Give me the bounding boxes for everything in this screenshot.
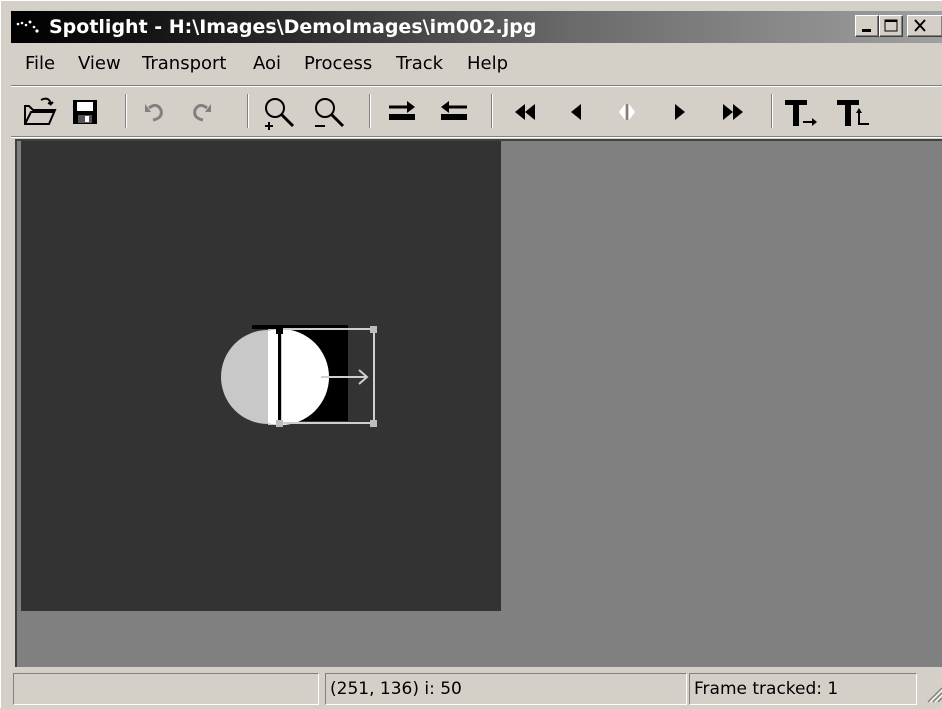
step-back-button[interactable]: [557, 92, 597, 132]
undo-icon: [145, 103, 163, 122]
image-drawing: [221, 325, 377, 427]
toolbar-separator: [771, 94, 773, 128]
step-forward-button[interactable]: [659, 92, 699, 132]
toolbar-separator: [125, 94, 127, 128]
previous-image-arrow-icon: [441, 101, 467, 120]
minimize-icon: [862, 29, 871, 32]
close-button[interactable]: [907, 15, 942, 37]
status-coordinates: (251, 136) i: 50: [325, 673, 687, 705]
menu-track[interactable]: Track: [396, 53, 443, 74]
toolbar-separator-line: [11, 136, 942, 138]
aoi-center-line: [278, 329, 281, 423]
toolbar-separator: [247, 94, 249, 128]
zoom-in-button[interactable]: [259, 92, 299, 132]
fast-forward-icon: [723, 104, 743, 120]
zoom-out-icon: [315, 98, 345, 128]
next-image-button[interactable]: [383, 92, 423, 132]
status-pane-1: [13, 673, 319, 705]
toolbar: [11, 88, 942, 136]
zoom-in-icon: [265, 98, 295, 130]
maximize-button[interactable]: [879, 15, 903, 37]
step-forward-icon: [675, 104, 685, 120]
menu-aoi[interactable]: Aoi: [253, 53, 281, 74]
aoi-handle[interactable]: [370, 420, 377, 427]
menu-view[interactable]: View: [78, 53, 121, 74]
menu-bar: File View Transport Aoi Process Track He…: [11, 45, 942, 83]
track-forward-icon: [785, 100, 817, 126]
step-back-icon: [571, 104, 581, 120]
redo-button[interactable]: [181, 92, 221, 132]
image-view[interactable]: [21, 141, 501, 611]
track-back-icon: [837, 100, 869, 126]
menu-file[interactable]: File: [25, 53, 55, 74]
status-frame-tracked: Frame tracked: 1: [689, 673, 917, 705]
window-title: Spotlight - H:\Images\DemoImages\im002.j…: [49, 16, 537, 38]
stop-button[interactable]: [607, 92, 647, 132]
maximize-icon: [884, 19, 898, 32]
stop-icon: [619, 104, 635, 120]
toolbar-separator: [491, 94, 493, 128]
open-button[interactable]: [19, 92, 59, 132]
menu-help[interactable]: Help: [467, 53, 508, 74]
track-back-button[interactable]: [833, 92, 873, 132]
menu-separator: [11, 85, 942, 87]
toolbar-separator: [369, 94, 371, 128]
zoom-out-button[interactable]: [309, 92, 349, 132]
minimize-button[interactable]: [855, 15, 879, 37]
undo-button[interactable]: [135, 92, 175, 132]
title-bar[interactable]: Spotlight - H:\Images\DemoImages\im002.j…: [11, 11, 942, 43]
save-icon: [73, 100, 97, 124]
open-folder-icon: [24, 97, 57, 125]
rewind-button[interactable]: [505, 92, 545, 132]
aoi-handle[interactable]: [276, 420, 283, 427]
redo-icon: [193, 103, 211, 122]
fast-forward-button[interactable]: [713, 92, 753, 132]
status-bar: (251, 136) i: 50 Frame tracked: 1: [11, 669, 942, 709]
aoi-handle[interactable]: [370, 326, 377, 333]
spot-left-half: [221, 330, 268, 424]
menu-transport[interactable]: Transport: [142, 53, 226, 74]
track-forward-button[interactable]: [781, 92, 821, 132]
resize-grip-icon[interactable]: [923, 683, 942, 703]
menu-process[interactable]: Process: [304, 53, 372, 74]
app-window: Spotlight - H:\Images\DemoImages\im002.j…: [0, 0, 942, 708]
next-image-arrow-icon: [389, 101, 415, 120]
rewind-icon: [515, 104, 535, 120]
close-icon: [914, 19, 926, 32]
spotlight-app-icon: [16, 20, 39, 33]
aoi-handle[interactable]: [276, 327, 283, 334]
previous-image-button[interactable]: [433, 92, 473, 132]
save-button[interactable]: [65, 92, 105, 132]
